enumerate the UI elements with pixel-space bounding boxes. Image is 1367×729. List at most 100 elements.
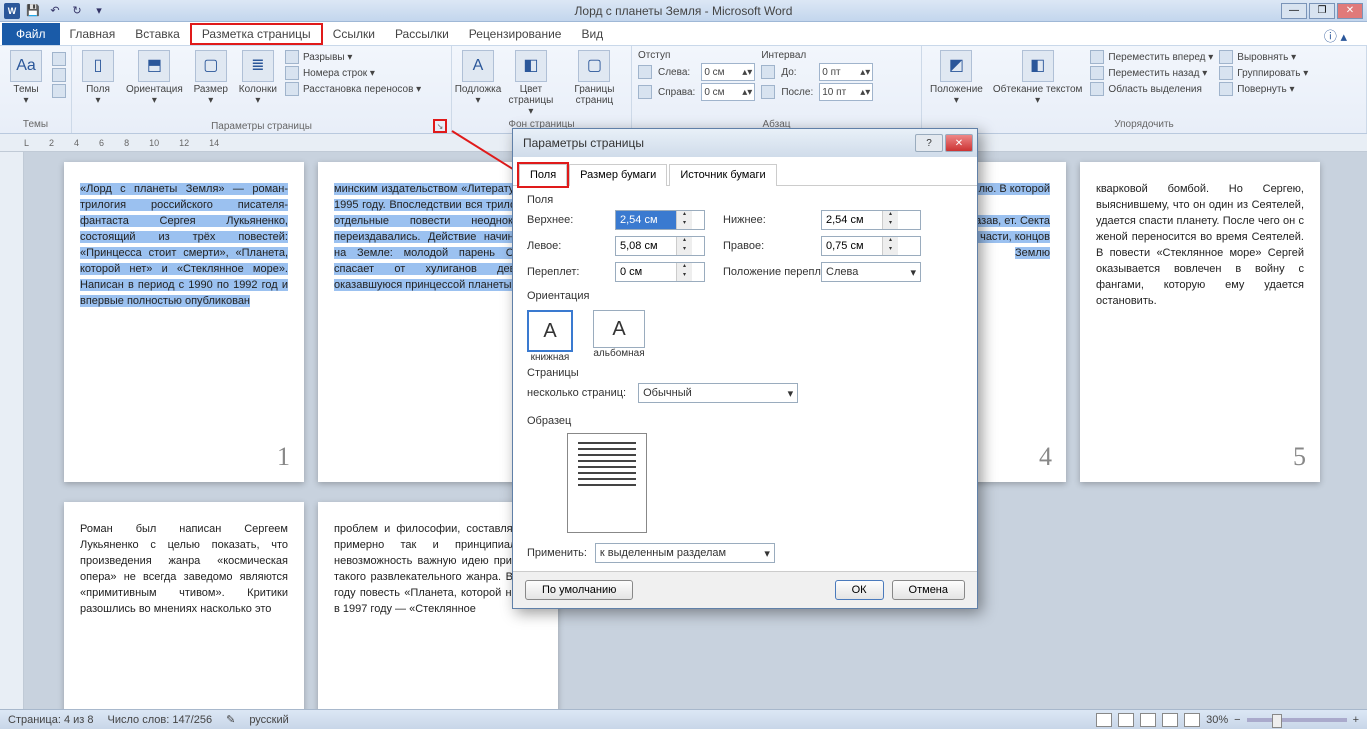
send-backward-icon	[1090, 66, 1104, 80]
page-borders-icon: ▢	[578, 50, 610, 82]
group-arrange-label: Упорядочить	[926, 119, 1362, 133]
apply-to-combo[interactable]: к выделенным разделам▾	[595, 543, 775, 563]
page-color-icon: ◧	[515, 50, 547, 82]
align-menu[interactable]: Выровнять ▾	[1219, 50, 1308, 64]
status-proofing-icon[interactable]: ✎	[226, 713, 235, 726]
page-5[interactable]: кварковой бомбой. Но Сергею, выяснившему…	[1080, 162, 1320, 482]
indent-left-input[interactable]: 0 см▴▾	[701, 63, 755, 81]
pages-group-label: Страницы	[527, 367, 963, 379]
dialog-close-button[interactable]: ✕	[945, 134, 973, 152]
view-print-layout-icon[interactable]	[1096, 713, 1112, 727]
multiple-pages-combo[interactable]: Обычный▾	[638, 383, 798, 403]
status-page[interactable]: Страница: 4 из 8	[8, 714, 94, 726]
line-numbers-icon	[285, 66, 299, 80]
size-icon: ▢	[195, 50, 227, 82]
ok-button[interactable]: ОК	[835, 580, 884, 600]
margin-bottom-input[interactable]: ▴▾	[821, 210, 921, 230]
orientation-group-label: Ориентация	[527, 290, 963, 302]
cancel-button[interactable]: Отмена	[892, 580, 965, 600]
group-menu[interactable]: Группировать ▾	[1219, 66, 1308, 80]
save-icon[interactable]: 💾	[24, 2, 42, 20]
file-tab[interactable]: Файл	[2, 23, 60, 45]
page-color-button[interactable]: ◧Цвет страницы▾	[502, 48, 560, 119]
portrait-icon: A	[527, 310, 573, 352]
view-draft-icon[interactable]	[1184, 713, 1200, 727]
undo-icon[interactable]: ↶	[46, 2, 64, 20]
status-language[interactable]: русский	[249, 714, 288, 726]
size-button[interactable]: ▢Размер▾	[189, 48, 233, 108]
vertical-ruler[interactable]	[0, 152, 24, 709]
dialog-tab-paper[interactable]: Размер бумаги	[569, 164, 667, 186]
view-outline-icon[interactable]	[1162, 713, 1178, 727]
group-themes-label: Темы	[4, 119, 67, 133]
indent-right-input[interactable]: 0 см▴▾	[701, 83, 755, 101]
rotate-icon	[1219, 82, 1233, 96]
line-numbers-menu[interactable]: Номера строк ▾	[285, 66, 421, 80]
default-button[interactable]: По умолчанию	[525, 580, 633, 600]
rotate-menu[interactable]: Повернуть ▾	[1219, 82, 1308, 96]
orientation-icon: ⬒	[138, 50, 170, 82]
tab-review[interactable]: Рецензирование	[459, 23, 572, 45]
columns-button[interactable]: ≣Колонки▾	[235, 48, 281, 108]
status-zoom[interactable]: 30%	[1206, 714, 1228, 726]
zoom-slider[interactable]	[1247, 718, 1347, 722]
tab-page-layout[interactable]: Разметка страницы	[190, 23, 323, 45]
theme-fonts-icon[interactable]	[52, 68, 66, 82]
spacing-before-icon	[761, 65, 775, 79]
spacing-before-input[interactable]: 0 пт▴▾	[819, 63, 873, 81]
watermark-button[interactable]: AПодложка▾	[456, 48, 500, 108]
columns-icon: ≣	[242, 50, 274, 82]
page-1[interactable]: «Лорд с планеты Земля» — роман-трилогия …	[64, 162, 304, 482]
tab-insert[interactable]: Вставка	[125, 23, 190, 45]
margins-button[interactable]: ▯Поля▾	[76, 48, 120, 108]
status-words[interactable]: Число слов: 147/256	[108, 714, 213, 726]
redo-icon[interactable]: ↻	[68, 2, 86, 20]
hyphenation-menu[interactable]: Расстановка переносов ▾	[285, 82, 421, 96]
position-button[interactable]: ◩Положение▾	[926, 48, 987, 108]
indent-right-icon	[638, 85, 652, 99]
indent-header: Отступ	[638, 50, 755, 61]
tab-references[interactable]: Ссылки	[323, 23, 385, 45]
group-icon	[1219, 66, 1233, 80]
wrap-text-button[interactable]: ◧Обтекание текстом▾	[989, 48, 1087, 108]
gutter-position-combo[interactable]: Слева▾	[821, 262, 921, 282]
align-icon	[1219, 50, 1233, 64]
watermark-icon: A	[462, 50, 494, 82]
page-setup-dialog-launcher[interactable]: ↘	[433, 119, 447, 133]
page-6[interactable]: Роман был написан Сергеем Лукьяненко с ц…	[64, 502, 304, 709]
margin-top-input[interactable]: ▴▾	[615, 210, 705, 230]
help-icon[interactable]: ⓘ ▴	[1324, 26, 1367, 45]
margin-left-input[interactable]: ▴▾	[615, 236, 705, 256]
view-reading-icon[interactable]	[1118, 713, 1134, 727]
word-app-icon: W	[4, 3, 20, 19]
window-title: Лорд с планеты Земля - Microsoft Word	[575, 4, 793, 18]
orientation-landscape[interactable]: Aальбомная	[593, 310, 645, 363]
gutter-input[interactable]: ▴▾	[615, 262, 705, 282]
view-web-icon[interactable]	[1140, 713, 1156, 727]
zoom-in-icon[interactable]: +	[1353, 714, 1359, 726]
minimize-button[interactable]: —	[1281, 3, 1307, 19]
tab-mailings[interactable]: Рассылки	[385, 23, 459, 45]
page-setup-dialog: Параметры страницы ? ✕ Поля Размер бумаг…	[512, 128, 978, 609]
breaks-menu[interactable]: Разрывы ▾	[285, 50, 421, 64]
dialog-help-button[interactable]: ?	[915, 134, 943, 152]
tab-home[interactable]: Главная	[60, 23, 126, 45]
selection-pane-menu[interactable]: Область выделения	[1090, 82, 1213, 96]
margin-right-input[interactable]: ▴▾	[821, 236, 921, 256]
qat-more-icon[interactable]: ▾	[90, 2, 108, 20]
dialog-tab-margins[interactable]: Поля	[519, 164, 567, 186]
restore-button[interactable]: ❐	[1309, 3, 1335, 19]
send-backward-menu[interactable]: Переместить назад ▾	[1090, 66, 1213, 80]
theme-effects-icon[interactable]	[52, 84, 66, 98]
zoom-out-icon[interactable]: −	[1234, 714, 1240, 726]
page-borders-button[interactable]: ▢Границы страниц	[562, 48, 627, 108]
spacing-after-input[interactable]: 10 пт▴▾	[819, 83, 873, 101]
orientation-button[interactable]: ⬒Ориентация▾	[122, 48, 187, 108]
themes-button[interactable]: AaТемы▾	[4, 48, 48, 108]
orientation-portrait[interactable]: Aкнижная	[527, 310, 573, 363]
theme-colors-icon[interactable]	[52, 52, 66, 66]
close-button[interactable]: ✕	[1337, 3, 1363, 19]
dialog-tab-source[interactable]: Источник бумаги	[669, 164, 776, 186]
tab-view[interactable]: Вид	[571, 23, 613, 45]
bring-forward-menu[interactable]: Переместить вперед ▾	[1090, 50, 1213, 64]
